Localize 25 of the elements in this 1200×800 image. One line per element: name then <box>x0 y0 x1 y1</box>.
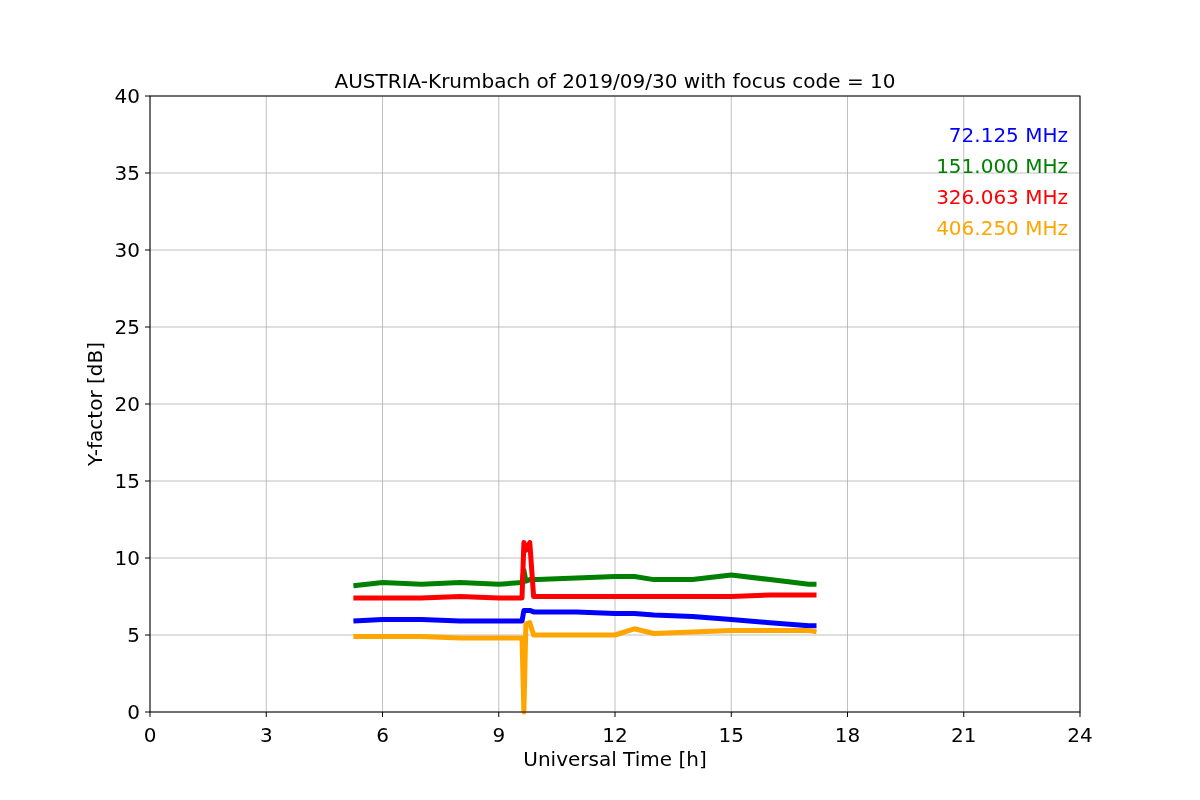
tick-label: 24 <box>1067 723 1093 747</box>
tick-label: 40 <box>114 84 140 108</box>
legend-label: 151.000 MHz <box>936 154 1068 178</box>
tick-label: 25 <box>114 315 140 339</box>
x-axis-label: Universal Time [h] <box>523 747 707 771</box>
tick-label: 35 <box>114 161 140 185</box>
tick-label: 9 <box>492 723 506 747</box>
y-axis-label: Y-factor [dB] <box>83 342 107 466</box>
tick-label: 0 <box>127 700 140 724</box>
tick-label: 5 <box>127 623 140 647</box>
legend-label: 72.125 MHz <box>948 123 1068 147</box>
tick-label: 30 <box>114 238 140 262</box>
tick-label: 12 <box>602 723 628 747</box>
legend-label: 406.250 MHz <box>936 216 1068 240</box>
tick-label: 15 <box>718 723 744 747</box>
tick-label: 0 <box>143 723 157 747</box>
legend-label: 326.063 MHz <box>936 185 1068 209</box>
tick-label: 21 <box>951 723 977 747</box>
tick-label: 6 <box>376 723 389 747</box>
tick-label: 18 <box>834 723 861 747</box>
tick-label: 3 <box>259 723 273 747</box>
tick-label: 10 <box>114 546 140 570</box>
chart-title: AUSTRIA-Krumbach of 2019/09/30 with focus code = 10 <box>334 69 896 93</box>
tick-label: 20 <box>114 392 140 416</box>
tick-label: 15 <box>114 469 140 493</box>
